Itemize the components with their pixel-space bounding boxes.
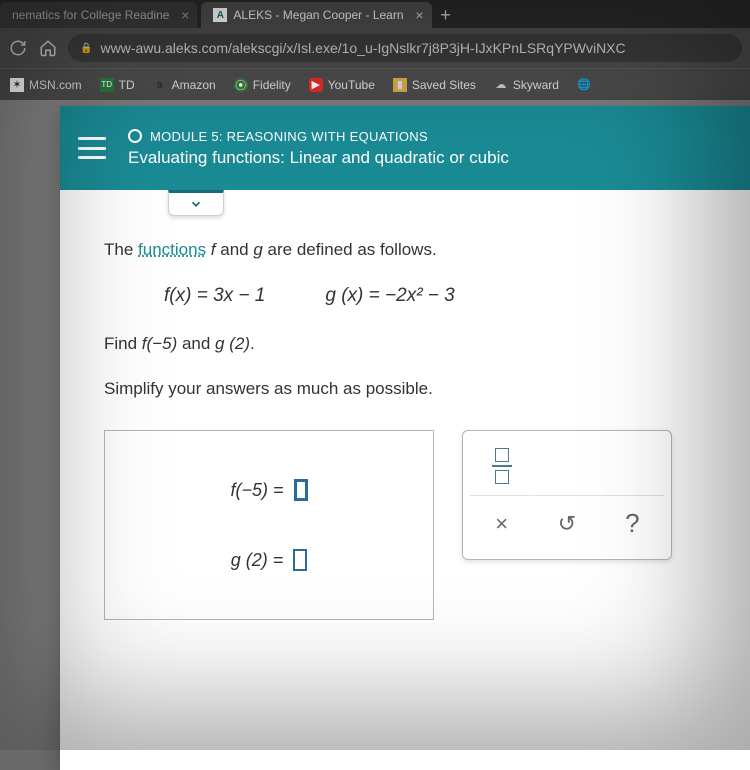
bookmark-amazon[interactable]: a Amazon bbox=[153, 78, 216, 92]
find-instruction: Find f(−5) and g (2). bbox=[104, 330, 750, 357]
bookmark-label: Fidelity bbox=[253, 78, 291, 92]
folder-icon: ▮ bbox=[393, 78, 407, 92]
undo-tool[interactable]: ↺ bbox=[534, 495, 599, 553]
globe-icon: 🌐 bbox=[577, 78, 591, 92]
aleks-header: MODULE 5: REASONING WITH EQUATIONS Evalu… bbox=[60, 106, 750, 190]
bookmark-msn[interactable]: ✶ MSN.com bbox=[10, 78, 82, 92]
lock-icon: 🔒 bbox=[80, 43, 92, 54]
bookmark-overflow[interactable]: 🌐 bbox=[577, 78, 591, 92]
fidelity-icon: ⦿ bbox=[234, 78, 248, 92]
reload-icon[interactable] bbox=[8, 38, 28, 58]
topic-title: Evaluating functions: Linear and quadrat… bbox=[128, 148, 509, 168]
bookmark-saved[interactable]: ▮ Saved Sites bbox=[393, 78, 476, 92]
address-bar[interactable]: 🔒 www-awu.aleks.com/alekscgi/x/Isl.exe/1… bbox=[68, 34, 742, 62]
msn-icon: ✶ bbox=[10, 78, 24, 92]
tab-title: nematics for College Readine bbox=[12, 8, 169, 22]
close-icon[interactable]: × bbox=[181, 7, 189, 23]
browser-tab-inactive[interactable]: nematics for College Readine × bbox=[0, 2, 197, 28]
close-icon[interactable]: × bbox=[415, 7, 423, 23]
bookmark-youtube[interactable]: ▶ YouTube bbox=[309, 78, 375, 92]
td-icon: TD bbox=[100, 78, 114, 92]
aleks-favicon-icon: A bbox=[213, 8, 227, 22]
expand-dropdown[interactable] bbox=[168, 190, 224, 216]
bookmark-label: Amazon bbox=[172, 78, 216, 92]
help-icon: ? bbox=[625, 503, 639, 545]
answer-f-input[interactable] bbox=[294, 479, 308, 501]
skyward-icon: ☁ bbox=[494, 78, 508, 92]
chevron-down-icon bbox=[189, 197, 203, 211]
bookmark-label: Skyward bbox=[513, 78, 559, 92]
simplify-instruction: Simplify your answers as much as possibl… bbox=[104, 375, 750, 402]
bookmark-fidelity[interactable]: ⦿ Fidelity bbox=[234, 78, 291, 92]
bookmark-label: TD bbox=[119, 78, 135, 92]
bookmark-td[interactable]: TD TD bbox=[100, 78, 135, 92]
home-icon[interactable] bbox=[38, 38, 58, 58]
answer-g-label: g (2) = bbox=[231, 546, 284, 575]
new-tab-button[interactable]: + bbox=[432, 2, 460, 28]
f-definition: f(x) = 3x − 1 bbox=[164, 281, 265, 311]
tool-empty-2 bbox=[600, 437, 665, 495]
module-title: MODULE 5: REASONING WITH EQUATIONS bbox=[150, 129, 428, 144]
menu-icon[interactable] bbox=[78, 137, 106, 159]
bookmark-label: Saved Sites bbox=[412, 78, 476, 92]
fraction-tool[interactable] bbox=[469, 437, 534, 495]
functions-link[interactable]: functions bbox=[138, 240, 206, 259]
times-icon: × bbox=[495, 506, 508, 541]
tab-title: ALEKS - Megan Cooper - Learn bbox=[233, 8, 403, 22]
url-text: www-awu.aleks.com/alekscgi/x/Isl.exe/1o_… bbox=[100, 40, 625, 56]
undo-icon: ↺ bbox=[558, 506, 576, 541]
browser-tab-active[interactable]: A ALEKS - Megan Cooper - Learn × bbox=[201, 2, 431, 28]
bookmark-label: YouTube bbox=[328, 78, 375, 92]
amazon-icon: a bbox=[153, 78, 167, 92]
answer-f-label: f(−5) = bbox=[230, 476, 283, 505]
bookmark-skyward[interactable]: ☁ Skyward bbox=[494, 78, 559, 92]
bookmark-label: MSN.com bbox=[29, 78, 82, 92]
tool-empty-1 bbox=[534, 437, 599, 495]
answer-g-input[interactable] bbox=[293, 549, 307, 571]
g-definition: g (x) = −2x² − 3 bbox=[325, 281, 454, 311]
circle-icon bbox=[128, 129, 142, 143]
fraction-icon bbox=[492, 448, 512, 484]
tool-panel: × ↺ ? bbox=[462, 430, 672, 560]
answer-box: f(−5) = g (2) = bbox=[104, 430, 434, 620]
intro-text: The functions f and g are defined as fol… bbox=[104, 236, 750, 263]
youtube-icon: ▶ bbox=[309, 78, 323, 92]
clear-tool[interactable]: × bbox=[469, 495, 534, 553]
help-tool[interactable]: ? bbox=[600, 495, 665, 553]
